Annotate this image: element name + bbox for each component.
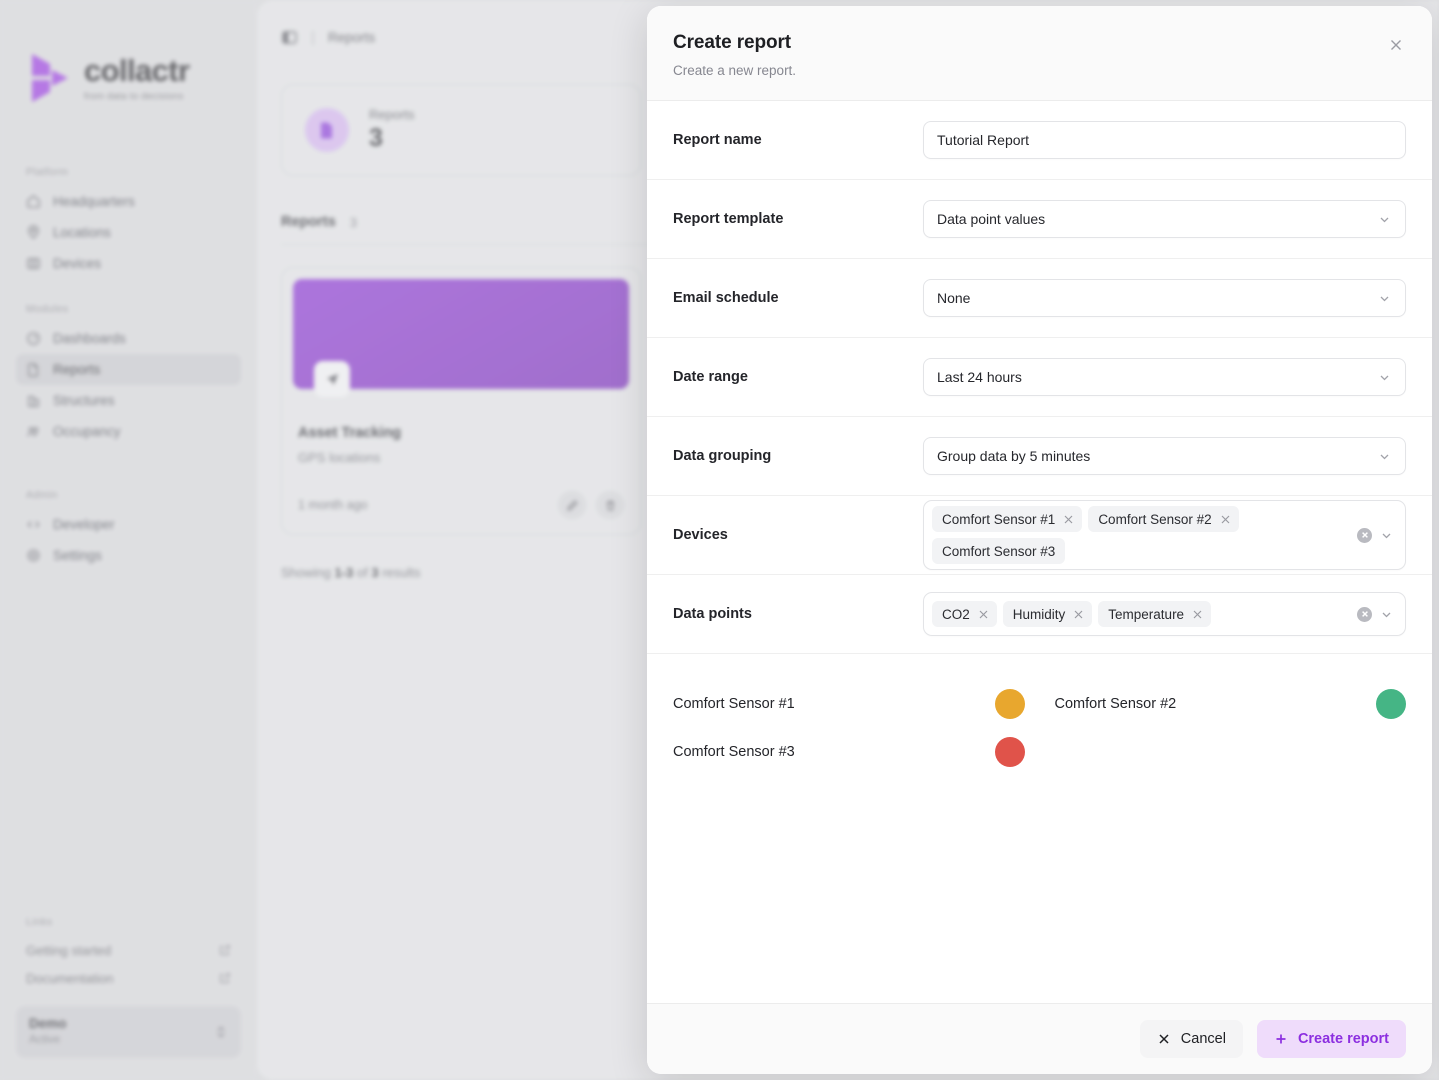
screen: collactr from data to decisions Platform… [0, 0, 1439, 1080]
close-icon[interactable] [1063, 514, 1074, 525]
chevron-down-icon[interactable] [1379, 607, 1394, 622]
color-swatch[interactable] [994, 737, 1025, 767]
data-points-multiselect[interactable]: CO2 Humidity Temperature [923, 592, 1406, 636]
data-points-tools [1357, 606, 1397, 622]
select-value: Data point values [937, 211, 1046, 227]
dialog-title: Create report [673, 32, 792, 53]
data-point-chip[interactable]: Temperature [1098, 601, 1212, 627]
field-label: Date range [673, 369, 748, 385]
device-color-section: Comfort Sensor #1 Comfort Sensor #2 Comf… [647, 654, 1432, 776]
chevron-down-icon [1377, 449, 1392, 464]
device-name: Comfort Sensor #2 [1054, 696, 1177, 712]
chip-label: Comfort Sensor #1 [942, 511, 1056, 527]
chevron-down-icon[interactable] [1379, 528, 1394, 543]
color-swatch[interactable] [1376, 689, 1406, 719]
device-color-row: Comfort Sensor #3 [673, 728, 1025, 776]
chevron-down-icon [1377, 291, 1392, 306]
data-point-chip[interactable]: CO2 [932, 601, 997, 627]
dialog-footer: Cancel Create report [647, 1003, 1432, 1074]
data-grouping-select[interactable]: Group data by 5 minutes [923, 437, 1406, 475]
email-schedule-select[interactable]: None [923, 279, 1406, 317]
close-icon[interactable] [1387, 36, 1405, 54]
device-name: Comfort Sensor #3 [673, 744, 795, 760]
date-range-select[interactable]: Last 24 hours [923, 358, 1406, 396]
chip-label: CO2 [942, 606, 970, 622]
device-chip[interactable]: Comfort Sensor #1 [932, 506, 1083, 532]
data-points-chips: CO2 Humidity Temperature [932, 601, 1351, 627]
color-swatch[interactable] [994, 689, 1025, 719]
device-name: Comfort Sensor #1 [673, 696, 795, 712]
field-row-date-range: Date range Last 24 hours [647, 338, 1432, 417]
close-icon[interactable] [978, 609, 989, 620]
field-row-data-points: Data points CO2 Humidity Temperature [647, 575, 1432, 654]
close-icon[interactable] [1192, 609, 1203, 620]
field-label: Devices [673, 527, 728, 543]
dialog-header: Create report Create a new report. [647, 6, 1432, 101]
chip-label: Temperature [1108, 606, 1185, 622]
field-row-report-template: Report template Data point values [647, 180, 1432, 259]
cancel-button[interactable]: Cancel [1139, 1020, 1243, 1058]
data-point-chip[interactable]: Humidity [1002, 601, 1093, 627]
chevron-down-icon [1377, 370, 1392, 385]
device-color-grid: Comfort Sensor #1 Comfort Sensor #2 Comf… [673, 680, 1406, 776]
device-chip[interactable]: Comfort Sensor #3 [932, 538, 1066, 564]
device-color-row: Comfort Sensor #1 [673, 680, 1025, 728]
create-report-button-label: Create report [1297, 1031, 1389, 1047]
field-row-data-grouping: Data grouping Group data by 5 minutes [647, 417, 1432, 496]
field-row-devices: Devices Comfort Sensor #1 Comfort Sensor… [647, 496, 1432, 575]
report-name-input[interactable]: Tutorial Report [923, 121, 1406, 159]
field-row-email-schedule: Email schedule None [647, 259, 1432, 338]
devices-multiselect[interactable]: Comfort Sensor #1 Comfort Sensor #2 Comf… [923, 500, 1406, 570]
plus-icon [1274, 1032, 1288, 1046]
create-report-dialog: Create report Create a new report. Repor… [647, 6, 1432, 1074]
select-value: Group data by 5 minutes [937, 448, 1091, 464]
field-row-report-name: Report name Tutorial Report [647, 101, 1432, 180]
clear-circle-icon[interactable] [1357, 606, 1372, 622]
field-label: Report name [673, 132, 762, 148]
close-icon[interactable] [1220, 514, 1231, 525]
field-label: Data points [673, 606, 752, 622]
devices-tools [1357, 527, 1397, 543]
chip-label: Humidity [1012, 606, 1066, 622]
select-value: None [937, 290, 971, 306]
chevron-down-icon [1377, 212, 1392, 227]
close-icon [1157, 1032, 1171, 1046]
chip-label: Comfort Sensor #2 [1098, 511, 1212, 527]
create-report-button[interactable]: Create report [1256, 1020, 1406, 1058]
report-template-select[interactable]: Data point values [923, 200, 1406, 238]
field-label: Report template [673, 211, 784, 227]
select-value: Last 24 hours [937, 369, 1022, 385]
cancel-button-label: Cancel [1180, 1031, 1226, 1047]
devices-chips: Comfort Sensor #1 Comfort Sensor #2 Comf… [932, 506, 1351, 564]
close-icon[interactable] [1073, 609, 1084, 620]
input-value: Tutorial Report [937, 132, 1030, 148]
dialog-subtitle: Create a new report. [673, 63, 797, 78]
chip-label: Comfort Sensor #3 [942, 543, 1056, 559]
dialog-body: Report name Tutorial Report Report templ… [647, 101, 1432, 1003]
clear-circle-icon[interactable] [1357, 527, 1372, 543]
field-label: Data grouping [673, 448, 772, 464]
device-chip[interactable]: Comfort Sensor #2 [1088, 506, 1239, 532]
field-label: Email schedule [673, 290, 779, 306]
device-color-row: Comfort Sensor #2 [1054, 680, 1406, 728]
